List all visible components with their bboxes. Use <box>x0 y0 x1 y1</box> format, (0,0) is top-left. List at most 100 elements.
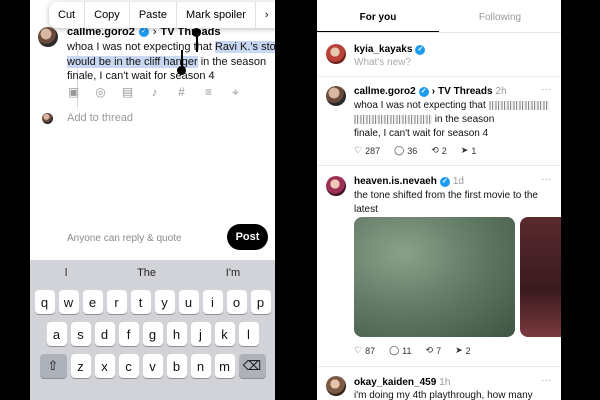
post-text-line: in the season <box>434 114 495 125</box>
key[interactable]: c <box>118 354 139 378</box>
spoiler-mask[interactable] <box>488 100 549 110</box>
feed-tabs: For you Following <box>317 0 561 33</box>
gif-icon[interactable]: ▤ <box>121 86 134 99</box>
avatar <box>38 27 58 47</box>
camera-icon[interactable]: ◎ <box>94 86 107 99</box>
keyboard-row-3: ⇧ z x c v b n m ⌫ <box>30 354 275 378</box>
post-username[interactable]: okay_kaiden_459 <box>354 377 436 388</box>
key[interactable]: p <box>250 290 271 314</box>
reply-options-button[interactable]: Anyone can reply & quote <box>67 233 182 244</box>
key[interactable]: g <box>142 322 163 346</box>
paste-menu-item[interactable]: Paste <box>130 2 177 28</box>
key[interactable]: m <box>214 354 235 378</box>
key[interactable]: v <box>142 354 163 378</box>
post-image[interactable] <box>354 217 515 337</box>
composer-header: kyia_kayaks ✓ <box>354 44 426 55</box>
share-button[interactable]: ➤ 2 <box>455 345 471 356</box>
post-header: okay_kaiden_459 1h <box>354 377 450 388</box>
repost-icon: ⟲ <box>431 145 439 155</box>
post-username[interactable]: heaven.is.nevaeh <box>354 176 437 187</box>
like-button[interactable]: ♡ 87 <box>354 345 375 356</box>
key[interactable]: k <box>214 322 235 346</box>
verified-icon: ✓ <box>418 86 429 97</box>
like-button[interactable]: ♡ 287 <box>354 145 380 156</box>
keyboard-row-1: q w e r t y u i o p <box>30 290 275 314</box>
gallery-icon[interactable]: ▣ <box>67 86 80 99</box>
key[interactable]: a <box>46 322 67 346</box>
key[interactable]: h <box>166 322 187 346</box>
post-time: 1d <box>452 176 464 187</box>
compose-screen: Cut Copy Paste Mark spoiler › callme.gor… <box>30 0 275 400</box>
suggestion-item[interactable]: l <box>65 267 67 279</box>
send-icon: ➤ <box>460 145 469 155</box>
share-button[interactable]: ➤ 1 <box>461 145 477 156</box>
suggestion-bar: l The I'm <box>30 260 275 286</box>
like-count: 87 <box>365 345 376 356</box>
repost-button[interactable]: ⟲ 7 <box>426 345 442 356</box>
key[interactable]: s <box>70 322 91 346</box>
key[interactable]: y <box>154 290 175 314</box>
copy-menu-item[interactable]: Copy <box>85 2 130 28</box>
selection-end-handle[interactable] <box>177 66 186 75</box>
selection-start-handle[interactable] <box>192 28 201 37</box>
post-image[interactable] <box>520 217 561 337</box>
key[interactable]: b <box>166 354 187 378</box>
key[interactable]: t <box>130 290 151 314</box>
more-options-icon[interactable]: ··· <box>541 375 551 386</box>
tab-for-you[interactable]: For you <box>317 0 439 32</box>
key[interactable]: x <box>94 354 115 378</box>
tab-following[interactable]: Following <box>439 0 561 32</box>
post-button[interactable]: Post <box>227 224 268 250</box>
key[interactable]: f <box>118 322 139 346</box>
shift-key[interactable]: ⇧ <box>39 354 67 378</box>
more-options-icon[interactable]: ··· <box>541 174 551 185</box>
key[interactable]: u <box>178 290 199 314</box>
repost-button[interactable]: ⟲ 2 <box>431 145 447 156</box>
thread-avatar <box>42 113 53 124</box>
reply-button[interactable]: ◯ 11 <box>389 345 411 356</box>
spoiler-mask[interactable] <box>354 114 432 124</box>
screenshot-stage: Cut Copy Paste Mark spoiler › callme.gor… <box>0 0 600 400</box>
composer-placeholder[interactable]: What's new? <box>354 57 411 68</box>
suggestion-item[interactable]: The <box>137 267 156 279</box>
compose-toolbar: ▣ ◎ ▤ ♪ # ≡ ⌖ <box>67 86 242 99</box>
compose-text-field[interactable]: whoa I was not expecting that Ravi K.'s … <box>67 40 275 84</box>
compose-text-before: whoa I was not expecting that <box>67 41 215 53</box>
post-username[interactable]: callme.goro2 <box>354 86 416 97</box>
post-topic[interactable]: TV Threads <box>438 86 492 97</box>
suggestion-item[interactable]: I'm <box>226 267 240 279</box>
text-context-menu: Cut Copy Paste Mark spoiler › <box>49 2 275 28</box>
key[interactable]: n <box>190 354 211 378</box>
more-options-icon[interactable]: ··· <box>541 84 551 95</box>
comment-icon: ◯ <box>389 345 400 355</box>
mark-spoiler-menu-item[interactable]: Mark spoiler <box>177 2 256 28</box>
list-icon[interactable]: ≡ <box>202 86 215 99</box>
divider <box>317 366 561 367</box>
post-time: 2h <box>495 86 507 97</box>
key[interactable]: q <box>34 290 55 314</box>
menu-more-button[interactable]: › <box>256 2 275 28</box>
reply-button[interactable]: ◯ 36 <box>394 145 417 156</box>
key[interactable]: w <box>58 290 79 314</box>
backspace-key[interactable]: ⌫ <box>238 354 266 378</box>
key[interactable]: i <box>202 290 223 314</box>
post-actions: ♡ 287 ◯ 36 ⟲ 2 ➤ 1 <box>354 145 476 156</box>
hashtag-icon[interactable]: # <box>175 86 188 99</box>
key[interactable]: l <box>238 322 259 346</box>
post-text-line: whoa I was not expecting that <box>354 100 486 111</box>
key[interactable]: d <box>94 322 115 346</box>
key[interactable]: r <box>106 290 127 314</box>
add-to-thread-button[interactable]: Add to thread <box>67 112 133 124</box>
chevron-right-icon: › <box>431 86 436 97</box>
key[interactable]: j <box>190 322 211 346</box>
share-count: 1 <box>471 145 477 156</box>
key[interactable]: z <box>70 354 91 378</box>
mic-icon[interactable]: ♪ <box>148 86 161 99</box>
key[interactable]: o <box>226 290 247 314</box>
verified-icon: ✓ <box>138 27 149 37</box>
reply-count: 36 <box>407 145 418 156</box>
location-icon[interactable]: ⌖ <box>229 86 242 99</box>
cut-menu-item[interactable]: Cut <box>49 2 86 28</box>
heart-icon: ♡ <box>354 345 363 355</box>
key[interactable]: e <box>82 290 103 314</box>
